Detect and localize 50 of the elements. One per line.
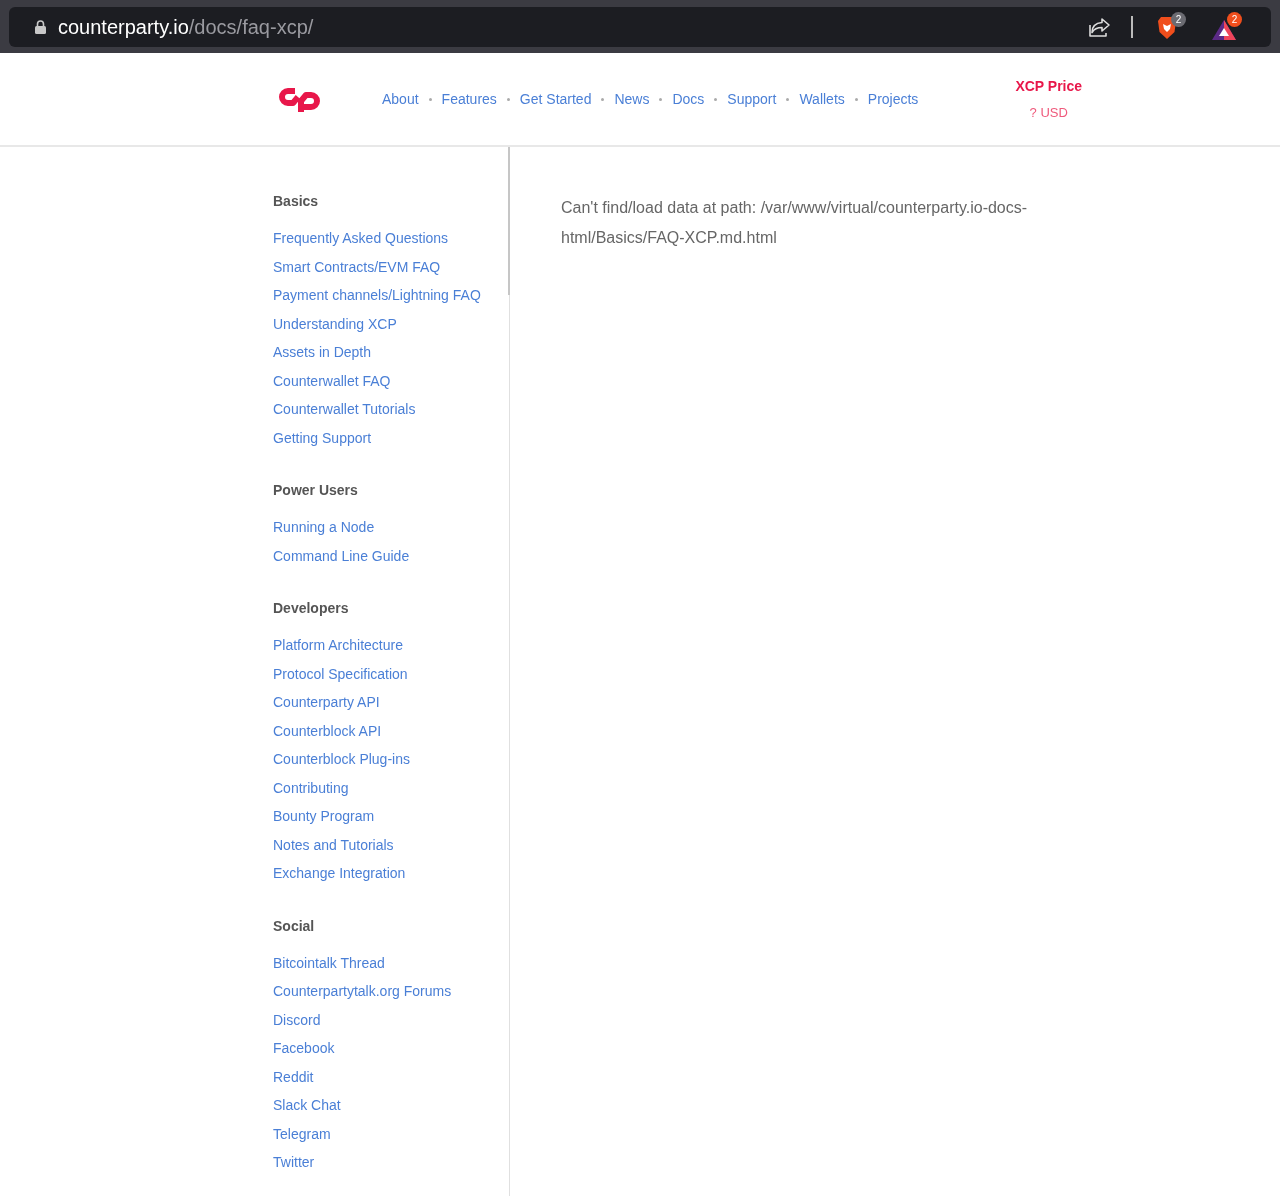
sidebar-link[interactable]: Counterblock API — [273, 716, 382, 745]
nav-link[interactable]: Get Started — [519, 88, 592, 110]
sidebar-link[interactable]: Discord — [273, 1005, 321, 1034]
sidebar-link[interactable]: Contributing — [273, 773, 349, 802]
nav-link[interactable]: Wallets — [799, 88, 845, 110]
sidebar-link[interactable]: Slack Chat — [273, 1091, 341, 1120]
price-value: ? USD — [1029, 103, 1068, 122]
nav-link[interactable]: About — [382, 88, 419, 110]
error-message: Can't find/load data at path: /var/www/virtual/counterparty.io-docs-html/Basics/FAQ-XCP.md.html — [561, 198, 1029, 248]
sidebar-link[interactable]: Payment channels/Lightning FAQ — [273, 281, 481, 310]
url-host: counterparty.io — [58, 15, 189, 38]
nav-link[interactable]: Support — [727, 88, 777, 110]
notification-badge: 2 — [1171, 11, 1186, 27]
sidebar-link[interactable]: Counterparty API — [273, 688, 380, 717]
sidebar-link[interactable]: Platform Architecture — [273, 631, 403, 660]
lock-icon — [35, 19, 46, 34]
url-path: /docs/faq-xcp/ — [188, 15, 314, 38]
sidebar-link[interactable]: Counterwallet FAQ — [273, 366, 391, 395]
sidebar-link[interactable]: Telegram — [273, 1119, 331, 1148]
section-heading: Basics — [273, 192, 320, 211]
sidebar-link[interactable]: Notes and Tutorials — [273, 830, 394, 859]
sidebar-link[interactable]: Twitter — [273, 1148, 315, 1177]
sidebar-link[interactable]: Counterpartytalk.org Forums — [273, 977, 452, 1006]
sidebar-link[interactable]: Reddit — [273, 1062, 314, 1091]
section-heading: Developers — [273, 599, 350, 618]
nav-link[interactable]: News — [614, 88, 650, 110]
sidebar-link[interactable]: Protocol Specification — [273, 659, 408, 688]
nav-link[interactable]: Projects — [867, 88, 919, 110]
share-icon[interactable] — [1089, 16, 1111, 37]
sidebar-link[interactable]: Exchange Integration — [273, 859, 406, 888]
nav-link[interactable]: Features — [441, 88, 497, 110]
section-heading: Power Users — [273, 481, 359, 500]
sidebar-link[interactable]: Running a Node — [273, 513, 375, 542]
sidebar-link[interactable]: Getting Support — [273, 423, 372, 452]
section-heading: Social — [273, 916, 316, 936]
sidebar-link[interactable]: Counterblock Plug-ins — [273, 745, 410, 774]
sidebar-link[interactable]: Frequently Asked Questions — [273, 224, 449, 253]
address-bar[interactable]: counterparty.io/docs/faq-xcp/ 2 2 — [9, 6, 1271, 47]
sidebar-link[interactable]: Facebook — [273, 1034, 335, 1063]
sidebar-link[interactable]: Counterwallet Tutorials — [273, 395, 416, 424]
price-title: XCP Price — [1015, 76, 1083, 96]
sidebar-link[interactable]: Bitcointalk Thread — [273, 948, 385, 977]
sidebar-link[interactable]: Command Line Guide — [273, 541, 410, 570]
sidebar-link[interactable]: Assets in Depth — [273, 338, 372, 367]
nav-link[interactable]: Docs — [672, 88, 705, 110]
sidebar-link[interactable]: Bounty Program — [273, 802, 375, 831]
notification-badge: 2 — [1227, 11, 1242, 27]
sidebar-link[interactable]: Understanding XCP — [273, 309, 397, 338]
sidebar-link[interactable]: Smart Contracts/EVM FAQ — [273, 252, 441, 281]
scrollbar-thumb[interactable] — [508, 147, 510, 295]
